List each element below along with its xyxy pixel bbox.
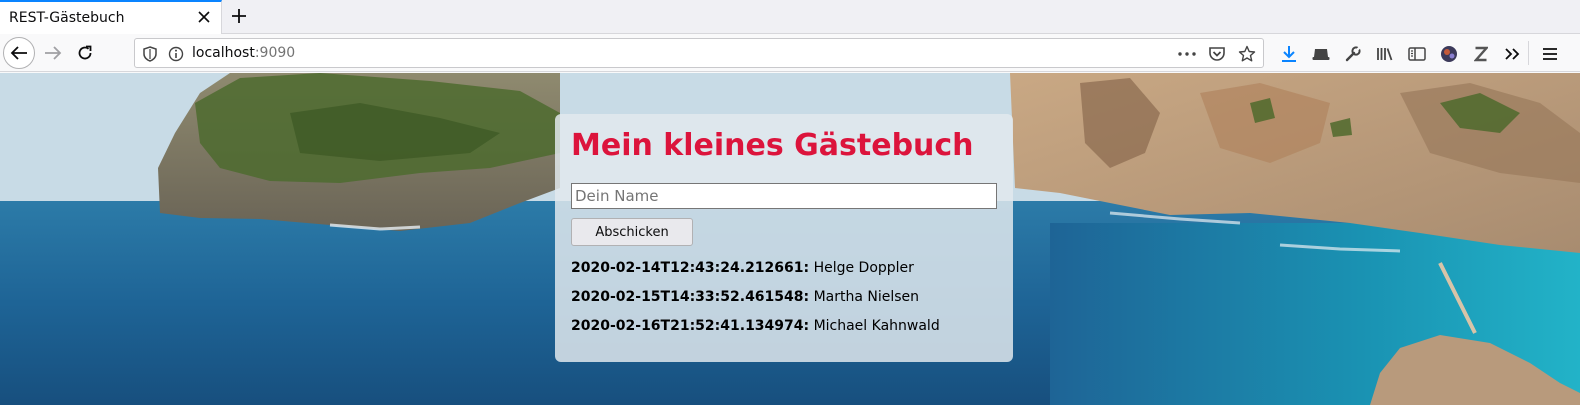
navigation-toolbar: localhost:9090: [0, 34, 1580, 72]
plus-icon[interactable]: [226, 3, 252, 29]
reload-icon[interactable]: [69, 37, 101, 69]
pocket-icon[interactable]: [1207, 44, 1227, 64]
sidebar-icon[interactable]: [1401, 43, 1433, 65]
close-icon[interactable]: [193, 6, 215, 28]
entry-date: 2020-02-16T21:52:41.134974:: [571, 318, 810, 334]
toolbar-separator: [1528, 41, 1529, 65]
hamburger-menu-icon[interactable]: [1538, 43, 1562, 65]
url-actions: [1177, 43, 1257, 65]
list-item: 2020-02-14T12:43:24.212661: Helge Dopple…: [571, 260, 940, 289]
zotero-icon[interactable]: [1465, 43, 1497, 65]
page-content: Mein kleines Gästebuch Abschicken 2020-0…: [0, 73, 1580, 405]
guestbook-entries: 2020-02-14T12:43:24.212661: Helge Dopple…: [571, 260, 940, 347]
guestbook-card: Mein kleines Gästebuch Abschicken 2020-0…: [555, 114, 1013, 362]
tab-title: REST-Gästebuch: [9, 10, 125, 26]
download-icon[interactable]: [1273, 43, 1305, 65]
wrench-icon[interactable]: [1337, 43, 1369, 65]
entry-date: 2020-02-14T12:43:24.212661:: [571, 260, 810, 276]
toolbar-icons: [1273, 43, 1529, 65]
overflow-chevron-icon[interactable]: [1497, 43, 1529, 65]
list-item: 2020-02-15T14:33:52.461548: Martha Niels…: [571, 289, 940, 318]
tab-strip: REST-Gästebuch: [0, 0, 1580, 34]
url-host: localhost: [192, 45, 255, 61]
entry-date: 2020-02-15T14:33:52.461548:: [571, 289, 810, 305]
avatar-icon[interactable]: [1433, 43, 1465, 65]
library-icon[interactable]: [1369, 43, 1401, 65]
page-title: Mein kleines Gästebuch: [571, 128, 974, 163]
tab-active[interactable]: REST-Gästebuch: [0, 0, 222, 34]
shield-icon[interactable]: [141, 45, 159, 63]
name-input[interactable]: [571, 183, 997, 209]
entry-name: Michael Kahnwald: [813, 318, 940, 334]
url-bar[interactable]: localhost:9090: [134, 38, 1264, 68]
extension-icon[interactable]: [1305, 43, 1337, 65]
forward-arrow-icon[interactable]: [37, 37, 69, 69]
more-dots-icon[interactable]: [1177, 44, 1197, 64]
entry-name: Martha Nielsen: [813, 289, 920, 305]
entry-name: Helge Doppler: [813, 260, 914, 276]
url-text[interactable]: localhost:9090: [192, 45, 295, 61]
list-item: 2020-02-16T21:52:41.134974: Michael Kahn…: [571, 318, 940, 347]
info-icon[interactable]: [167, 45, 185, 63]
submit-button[interactable]: Abschicken: [571, 218, 693, 246]
url-port: :9090: [254, 45, 296, 61]
star-icon[interactable]: [1237, 44, 1257, 64]
back-arrow-icon[interactable]: [3, 37, 35, 69]
